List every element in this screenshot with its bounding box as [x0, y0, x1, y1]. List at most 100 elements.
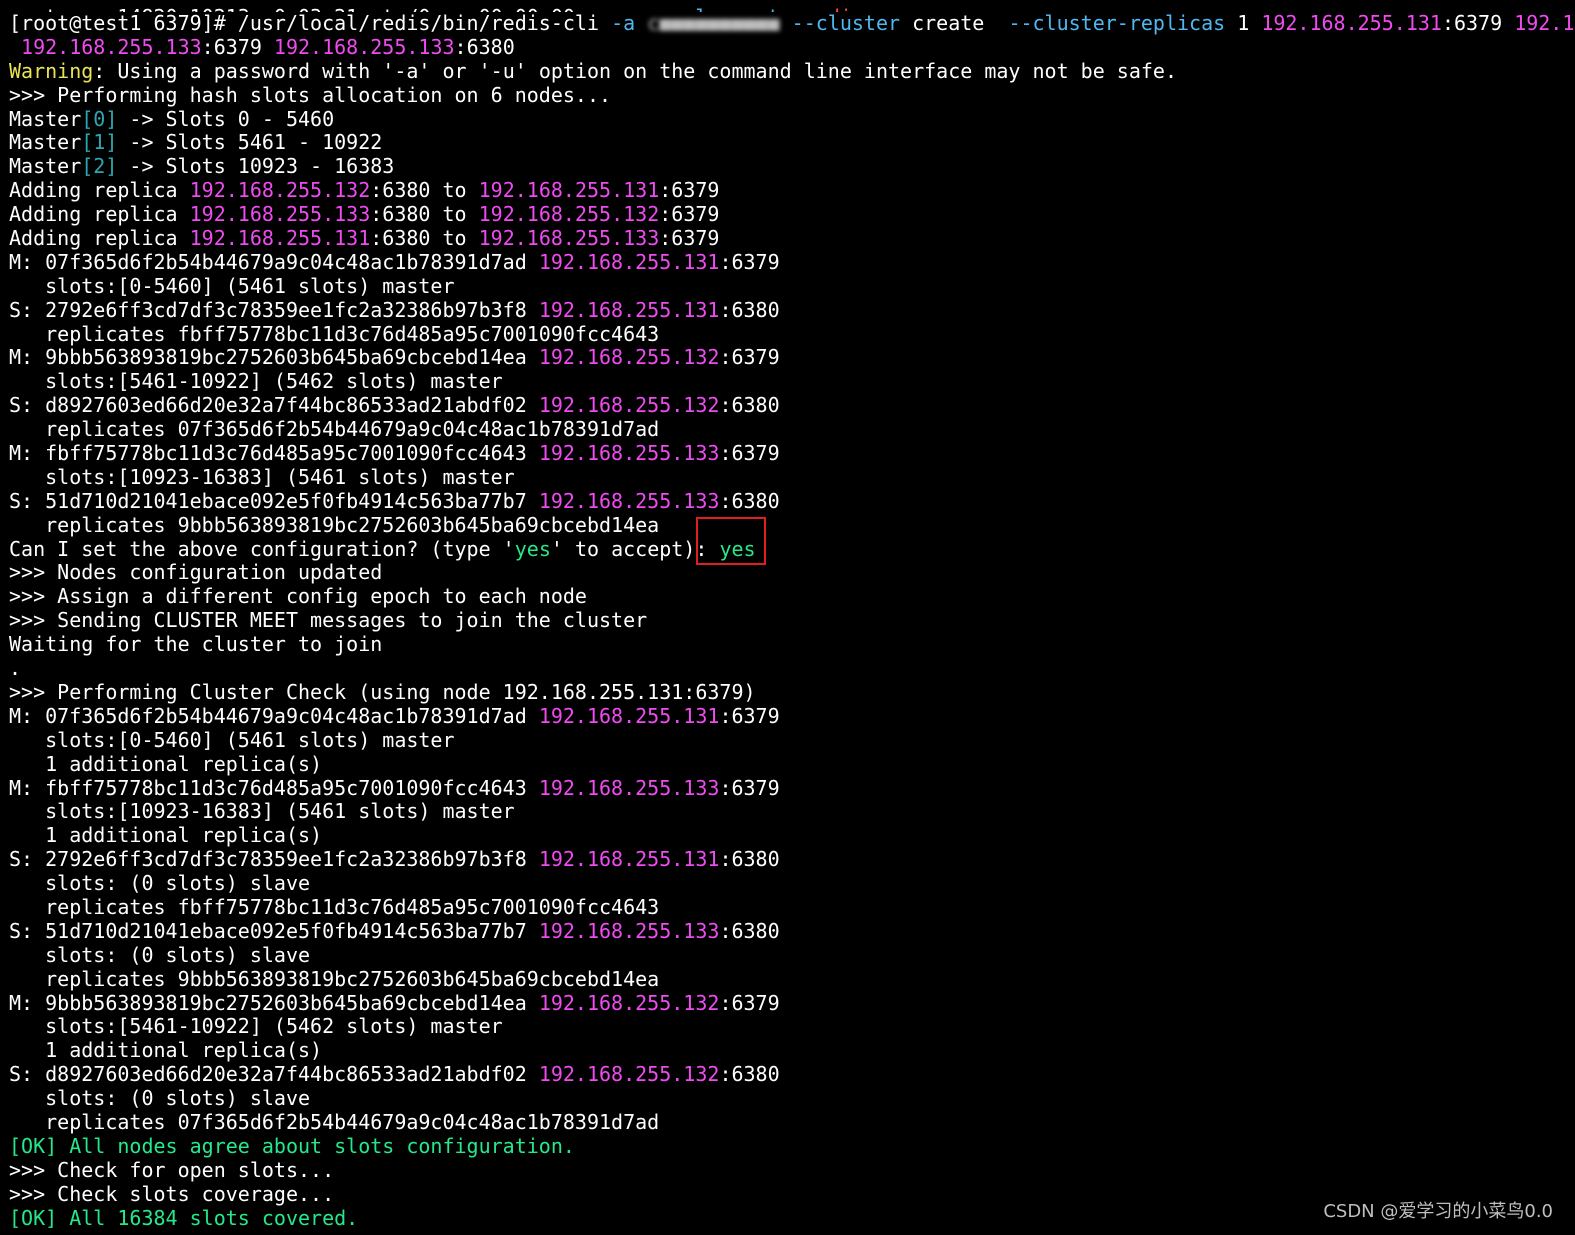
ip-address: 192.168.255.133	[538, 442, 720, 466]
terminal-line: M: 9bbb563893819bc2752603b645ba69cbcebd1…	[9, 346, 1575, 370]
ip-address: 192.168.255.131	[1261, 12, 1442, 35]
line-text: slots:[0-5460] (5461 slots) master	[9, 728, 455, 752]
line-text: S: 2792e6ff3cd7df3c78359ee1fc2a32386b97b…	[9, 298, 539, 322]
line-text: slots:[10923-16383] (5461 slots) master	[9, 800, 515, 824]
terminal-window[interactable]: root 14820 10213 0 03:21 pts/0 00:00:00 …	[0, 0, 1575, 1235]
line-text: 1	[1225, 12, 1262, 35]
terminal-line: >>> Nodes configuration updated	[9, 561, 1575, 585]
line-text: >>> Nodes configuration updated	[9, 561, 383, 585]
terminal-line: Can I set the above configuration? (type…	[9, 538, 1575, 562]
terminal-line: replicates 07f365d6f2b54b44679a9c04c48ac…	[9, 1111, 1575, 1135]
line-text: :6379	[719, 442, 780, 466]
terminal-line: 192.168.255.133:6379 192.168.255.133:638…	[9, 36, 1575, 60]
terminal-line: slots: (0 slots) slave	[9, 1087, 1575, 1111]
line-text: Master	[9, 107, 82, 131]
line-text: :6379	[719, 704, 780, 728]
terminal-line: >>> Performing Cluster Check (using node…	[9, 681, 1575, 705]
terminal-line: replicates 07f365d6f2b54b44679a9c04c48ac…	[9, 418, 1575, 442]
ip-address: 192.168.255.133	[478, 227, 660, 251]
terminal-line: Adding replica 192.168.255.133:6380 to 1…	[9, 203, 1575, 227]
line-text: :6379	[719, 346, 780, 370]
terminal-line: 1 additional replica(s)	[9, 1039, 1575, 1063]
terminal-line: Master[1] -> Slots 5461 - 10922	[9, 131, 1575, 155]
line-text: -> Slots 10923 - 16383	[117, 155, 395, 179]
warning-label: Warning	[9, 59, 94, 83]
terminal-line: S: 2792e6ff3cd7df3c78359ee1fc2a32386b97b…	[9, 299, 1575, 323]
terminal-line: M: 9bbb563893819bc2752603b645ba69cbcebd1…	[9, 992, 1575, 1016]
ip-address: 192.168.255.133	[538, 919, 720, 943]
line-text: :6379	[1441, 12, 1515, 35]
ip-address: 192.168.255.132	[538, 346, 720, 370]
line-text: 1 additional replica(s)	[9, 824, 323, 848]
line-text: 1 additional replica(s)	[9, 1039, 323, 1063]
line-text: :6380 to	[370, 179, 479, 203]
ip-address: 192.168.255.133	[538, 489, 720, 513]
terminal-line: >>> Sending CLUSTER MEET messages to joi…	[9, 609, 1575, 633]
master-index: [1]	[81, 131, 118, 155]
ip-address: 192.168.255.131	[538, 704, 720, 728]
terminal-line: replicates 9bbb563893819bc2752603b645ba6…	[9, 968, 1575, 992]
terminal-line: slots:[10923-16383] (5461 slots) master	[9, 800, 1575, 824]
terminal-line: Master[2] -> Slots 10923 - 16383	[9, 155, 1575, 179]
line-text: >>> Performing Cluster Check (using node…	[9, 680, 756, 704]
terminal-line: Warning: Using a password with '-a' or '…	[9, 60, 1575, 84]
terminal-line: .	[9, 657, 1575, 681]
ip-address: 192.168.255.131	[538, 298, 720, 322]
line-text: S: 51d710d21041ebace092e5f0fb4914c563ba7…	[9, 919, 539, 943]
line-text: Master	[9, 155, 82, 179]
terminal-line: M: 07f365d6f2b54b44679a9c04c48ac1b78391d…	[9, 251, 1575, 275]
line-text: :6380	[719, 1063, 780, 1087]
line-text: S: d8927603ed66d20e32a7f44bc86533ad21abd…	[9, 1063, 539, 1087]
line-text: slots:[0-5460] (5461 slots) master	[9, 274, 455, 298]
line-text: .	[9, 657, 22, 681]
ip-address: 192.168.255.133	[189, 203, 371, 227]
terminal-line: slots:[5461-10922] (5462 slots) master	[9, 370, 1575, 394]
line-text: :6379	[659, 179, 720, 203]
line-text: S: 2792e6ff3cd7df3c78359ee1fc2a32386b97b…	[9, 848, 539, 872]
terminal-line: >>> Check for open slots...	[9, 1159, 1575, 1183]
terminal-line: slots:[0-5460] (5461 slots) master	[9, 729, 1575, 753]
terminal-line: >>> Assign a different config epoch to e…	[9, 585, 1575, 609]
line-text: >>> Assign a different config epoch to e…	[9, 585, 587, 609]
terminal-line: slots:[0-5460] (5461 slots) master	[9, 275, 1575, 299]
terminal-line: Master[0] -> Slots 0 - 5460	[9, 108, 1575, 132]
line-text: M: 07f365d6f2b54b44679a9c04c48ac1b78391d…	[9, 704, 539, 728]
command-option: -a	[611, 12, 648, 35]
line-text: :6379	[719, 776, 780, 800]
line-text: slots:[5461-10922] (5462 slots) master	[9, 1015, 503, 1039]
line-text: replicates 07f365d6f2b54b44679a9c04c48ac…	[9, 1110, 660, 1134]
terminal-line: Waiting for the cluster to join	[9, 633, 1575, 657]
line-text: :6379	[659, 203, 720, 227]
csdn-watermark: CSDN @爱学习的小菜鸟0.0	[1323, 1201, 1553, 1222]
terminal-line: slots:[5461-10922] (5462 slots) master	[9, 1015, 1575, 1039]
ip-address: 192.168.255.133	[21, 35, 202, 59]
line-text: replicates fbff75778bc11d3c76d485a95c700…	[9, 895, 660, 919]
line-text: :6380	[719, 848, 780, 872]
line-text: :6380 to	[370, 227, 479, 251]
terminal-line: slots: (0 slots) slave	[9, 944, 1575, 968]
terminal-line: slots: (0 slots) slave	[9, 872, 1575, 896]
line-text: replicates fbff75778bc11d3c76d485a95c700…	[9, 322, 660, 346]
terminal-line: S: d8927603ed66d20e32a7f44bc86533ad21abd…	[9, 394, 1575, 418]
redacted-password: c■■■■■■■■■■	[647, 12, 780, 35]
line-text: :6380	[719, 394, 780, 418]
ip-address: 192.168.255.133	[273, 35, 455, 59]
line-text: :6379	[201, 35, 274, 59]
ip-address: 192.168.255.132	[189, 179, 371, 203]
terminal-line: >>> Performing hash slots allocation on …	[9, 84, 1575, 108]
line-text: >>> Check for open slots...	[9, 1158, 335, 1182]
line-text	[9, 36, 21, 59]
line-text: M: 9bbb563893819bc2752603b645ba69cbcebd1…	[9, 346, 539, 370]
line-text: Adding replica	[9, 203, 190, 227]
line-text: Master	[9, 131, 82, 155]
line-text: M: fbff75778bc11d3c76d485a95c7001090fcc4…	[9, 776, 539, 800]
line-text: replicates 07f365d6f2b54b44679a9c04c48ac…	[9, 418, 660, 442]
line-text: -> Slots 0 - 5460	[117, 107, 335, 131]
terminal-line: S: d8927603ed66d20e32a7f44bc86533ad21abd…	[9, 1063, 1575, 1087]
ip-address: 192.168.255.131	[189, 227, 371, 251]
line-text: S: 51d710d21041ebace092e5f0fb4914c563ba7…	[9, 489, 539, 513]
line-text: >>> Performing hash slots allocation on …	[9, 83, 612, 107]
terminal-line: 1 additional replica(s)	[9, 824, 1575, 848]
ok-text: [OK] All nodes agree about slots configu…	[9, 1134, 575, 1158]
line-text: Waiting for the cluster to join	[9, 633, 383, 657]
